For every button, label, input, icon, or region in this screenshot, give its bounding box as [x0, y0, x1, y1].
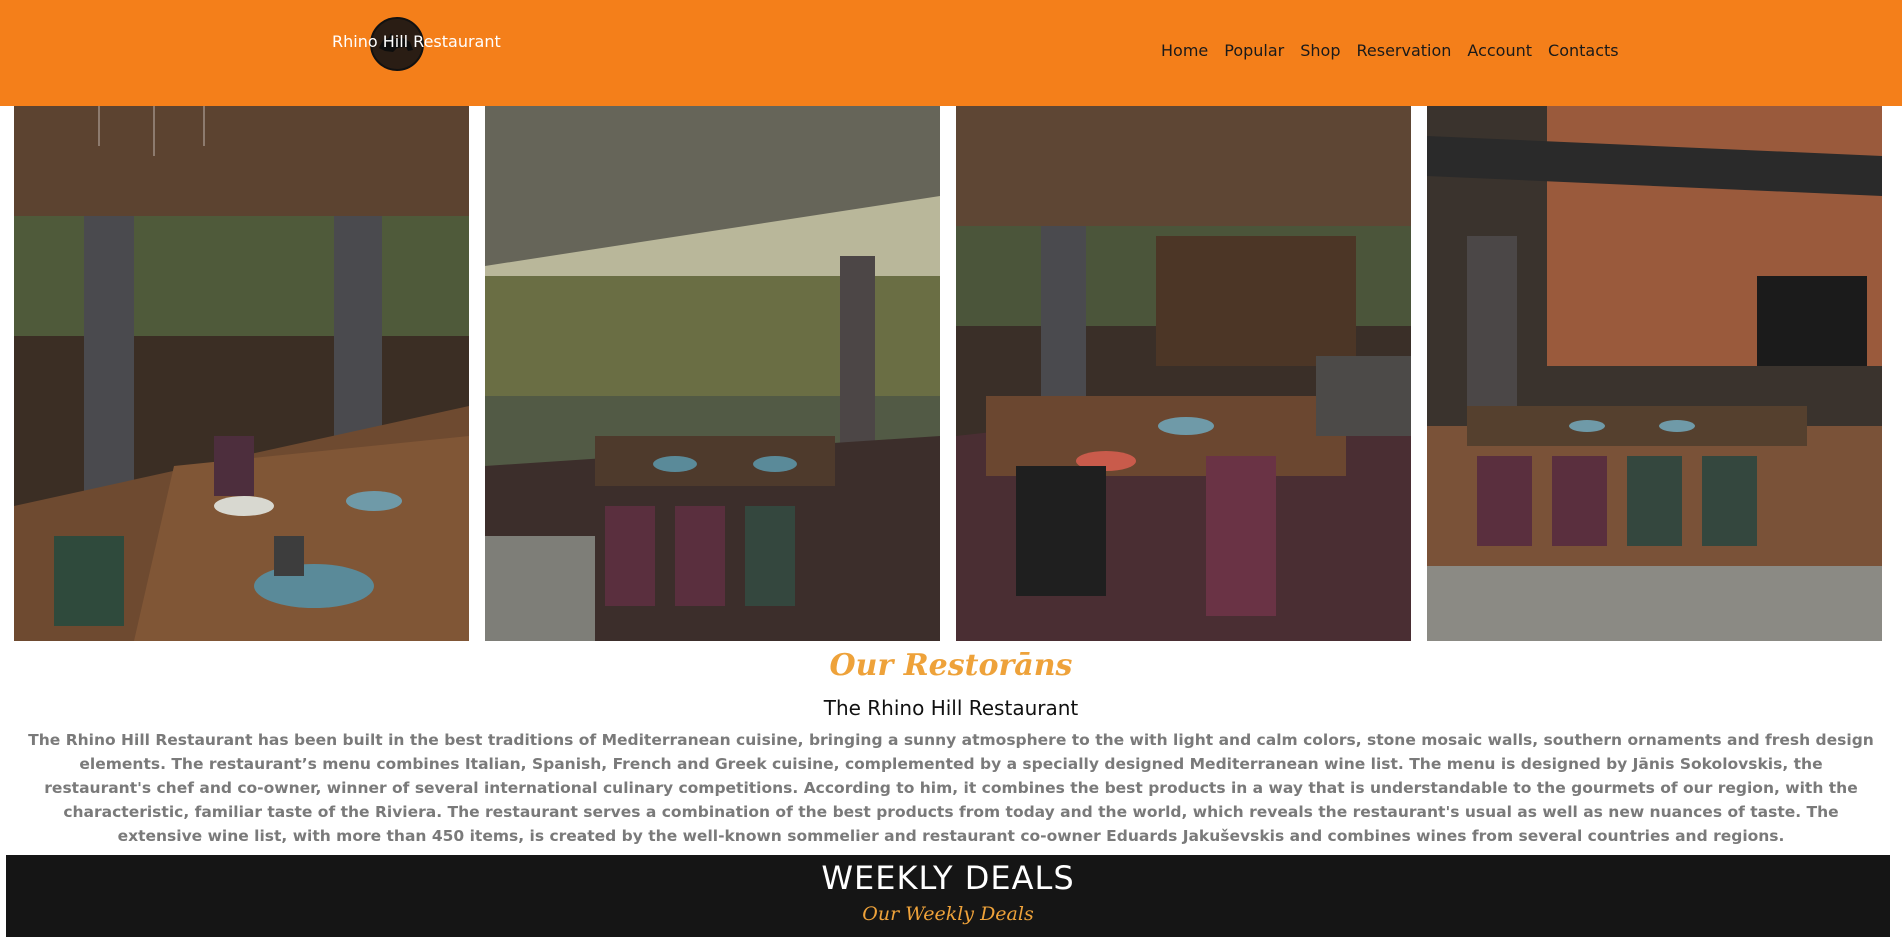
section-subtitle: The Rhino Hill Restaurant — [823, 696, 1079, 720]
deals-title: WEEKLY DEALS — [821, 859, 1075, 897]
nav-account[interactable]: Account — [1467, 41, 1532, 60]
main-nav: Home Popular Shop Reservation Account Co… — [1161, 41, 1635, 60]
nav-popular[interactable]: Popular — [1224, 41, 1284, 60]
deals-subtitle: Our Weekly Deals — [862, 903, 1034, 925]
restaurant-interior-photo-2[interactable] — [485, 106, 940, 641]
section-body: The Rhino Hill Restaurant has been built… — [28, 731, 1874, 845]
restaurant-interior-photo-4[interactable] — [1427, 106, 1882, 641]
section-title: Our Restorāns — [829, 648, 1073, 683]
restaurant-interior-photo-3[interactable] — [956, 106, 1411, 641]
nav-shop[interactable]: Shop — [1300, 41, 1340, 60]
nav-contacts[interactable]: Contacts — [1548, 41, 1619, 60]
logo-title[interactable]: Rhino Hill Restaurant — [332, 32, 501, 51]
restaurant-interior-photo-1[interactable] — [14, 106, 469, 641]
weekly-deals-banner: WEEKLY DEALS Our Weekly Deals — [6, 855, 1890, 937]
nav-home[interactable]: Home — [1161, 41, 1208, 60]
nav-reservation[interactable]: Reservation — [1357, 41, 1452, 60]
site-header: Rhino Hill Restaurant Home Popular Shop … — [0, 0, 1902, 106]
